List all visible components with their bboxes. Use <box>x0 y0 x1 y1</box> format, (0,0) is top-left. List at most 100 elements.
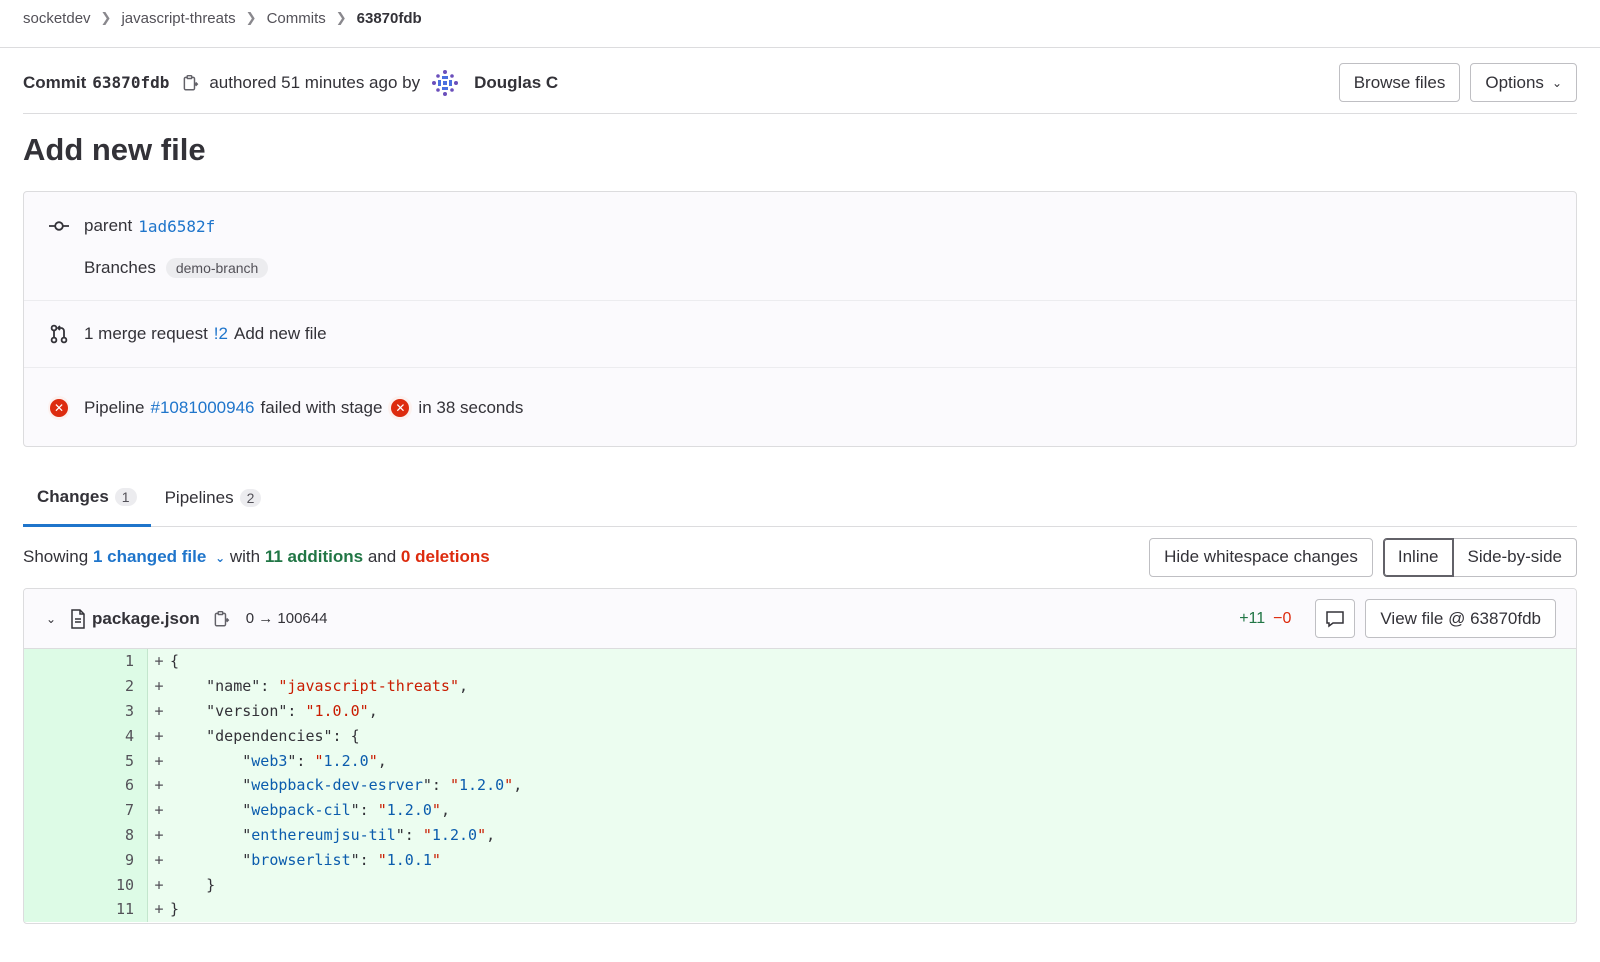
info-divider <box>24 367 1576 368</box>
line-number[interactable]: 2 <box>24 673 148 699</box>
line-number[interactable]: 9 <box>24 847 148 873</box>
breadcrumb-item-group[interactable]: socketdev <box>23 10 91 27</box>
code-token: " <box>170 850 252 869</box>
view-file-button[interactable]: View file @ 63870fdb <box>1365 599 1556 638</box>
code-token: 1.2.0 <box>386 801 432 820</box>
breadcrumb-label[interactable]: javascript-threats <box>121 10 235 27</box>
diff-line: 10 + } <box>24 872 1576 897</box>
inline-view-button[interactable]: Inline <box>1382 537 1454 577</box>
diff-code: "enthereumjsu-til": "1.2.0", <box>170 826 495 844</box>
author-name[interactable]: Douglas C <box>474 73 558 93</box>
diff-sign: + <box>154 850 164 869</box>
breadcrumb-item-project[interactable]: javascript-threats <box>121 10 235 27</box>
breadcrumb: socketdev ❯ javascript-threats ❯ Commits… <box>23 0 422 36</box>
diff-code: "web3": "1.2.0", <box>170 752 387 770</box>
browse-files-button[interactable]: Browse files <box>1338 63 1461 102</box>
changed-files-label: 1 changed file <box>92 547 207 566</box>
line-number[interactable]: 6 <box>24 772 148 798</box>
line-number[interactable]: 3 <box>24 698 148 724</box>
diff-line: 2 + "name": "javascript-threats", <box>24 673 1576 699</box>
code-token: " <box>368 751 378 770</box>
breadcrumb-label[interactable]: Commits <box>267 10 326 27</box>
avatar[interactable] <box>430 68 460 98</box>
breadcrumb-current[interactable]: 63870fdb <box>357 10 422 27</box>
line-number[interactable]: 11 <box>24 896 148 922</box>
pipeline-status-failed-icon[interactable]: ✕ <box>48 396 70 420</box>
copy-icon[interactable] <box>179 72 201 94</box>
changed-files-dropdown[interactable]: 1 changed file ⌄ <box>93 547 225 566</box>
changes-bar: Showing 1 changed file ⌄ with 11 additio… <box>23 537 1577 577</box>
line-number[interactable]: 10 <box>24 872 148 897</box>
merge-request-icon <box>48 324 70 344</box>
code-token: enthereumjsu-til <box>251 825 396 844</box>
commit-header: Commit 63870fdb authored 51 minutes ago … <box>23 60 1577 114</box>
diff-sign: + <box>154 726 164 745</box>
code-token: " <box>170 825 252 844</box>
line-number[interactable]: 5 <box>24 748 148 773</box>
pipeline-link[interactable]: #1081000946 <box>151 398 255 418</box>
additions-count: 11 additions <box>264 547 364 566</box>
header-actions: Browse files Options ⌄ <box>1338 63 1577 102</box>
code-token: ": <box>350 850 378 869</box>
code-token: 1.2.0 <box>431 825 478 844</box>
changes-summary: Showing 1 changed file ⌄ with 11 additio… <box>23 547 490 567</box>
code-token: 1.2.0 <box>323 751 369 770</box>
tab-pipelines[interactable]: Pipelines 2 <box>151 469 276 527</box>
parent-sha-link[interactable]: 1ad6582f <box>138 217 215 236</box>
diff-view-toggle: Inline Side-by-side <box>1382 537 1577 577</box>
code-token: "javascript-threats" <box>278 677 459 696</box>
line-number[interactable]: 8 <box>24 822 148 848</box>
options-button[interactable]: Options ⌄ <box>1470 63 1577 102</box>
diff-code: "name": "javascript-threats", <box>170 677 468 695</box>
header-divider <box>0 47 1600 48</box>
line-number[interactable]: 1 <box>24 649 148 674</box>
view-file-label: View file @ 63870fdb <box>1380 608 1541 628</box>
code-token: " <box>170 776 252 795</box>
diff-sign: + <box>154 701 164 720</box>
code-token: , <box>440 801 450 820</box>
tab-label: Pipelines <box>164 488 234 507</box>
pipeline-status-text: failed with stage <box>260 398 383 417</box>
branch-badge[interactable]: demo-branch <box>165 258 269 278</box>
hide-whitespace-button[interactable]: Hide whitespace changes <box>1149 537 1373 577</box>
breadcrumb-item-commits[interactable]: Commits <box>267 10 326 27</box>
comment-button[interactable] <box>1315 599 1356 638</box>
file-diff: ⌄ package.json 0 → 100644 +11 −0 View fil… <box>23 588 1577 924</box>
file-stats: +11 −0 <box>1239 610 1291 628</box>
file-name[interactable]: package.json <box>92 609 200 629</box>
code-token: { <box>170 652 180 671</box>
diff-sign: + <box>154 677 164 696</box>
code-token: ": <box>395 825 423 844</box>
diff-sign: + <box>154 875 164 894</box>
stage-status-failed-icon[interactable]: ✕ <box>388 396 413 420</box>
diff-code: } <box>170 900 179 918</box>
diff-line: 6 + "webpback-dev-esrver": "1.2.0", <box>24 772 1576 798</box>
breadcrumb-label[interactable]: socketdev <box>23 10 91 27</box>
code-token: , <box>486 825 496 844</box>
merge-request-title: Add new file <box>233 324 327 343</box>
chevron-right-icon: ❯ <box>100 10 112 25</box>
commit-tabs: Changes 1 Pipelines 2 <box>23 469 1577 527</box>
diff-sign: + <box>154 751 164 770</box>
diff-code: "browserlist": "1.0.1" <box>170 851 441 869</box>
tab-label: Changes <box>37 486 109 506</box>
diff-sign: + <box>154 652 164 671</box>
side-by-side-button[interactable]: Side-by-side <box>1453 537 1577 577</box>
code-token: " <box>377 850 387 869</box>
diff-line: 4 + "dependencies": { <box>24 723 1576 749</box>
pipeline-row: ✕ Pipeline #1081000946 failed with stage… <box>24 395 1576 421</box>
chevron-down-icon[interactable]: ⌄ <box>46 612 62 626</box>
line-number[interactable]: 7 <box>24 797 148 823</box>
diff-code: { <box>170 652 179 670</box>
branches-row: Branches demo-branch <box>24 256 1576 280</box>
merge-request-link[interactable]: !2 <box>214 324 228 344</box>
options-label: Options <box>1485 72 1544 92</box>
diff-code: "webpback-dev-esrver": "1.2.0", <box>170 776 522 794</box>
line-number[interactable]: 4 <box>24 723 148 749</box>
code-token: webpback-dev-esrver <box>251 776 423 795</box>
diff-code: "webpack-cil": "1.2.0", <box>170 801 450 819</box>
changes-actions: Hide whitespace changes Inline Side-by-s… <box>1149 537 1577 577</box>
tab-changes[interactable]: Changes 1 <box>23 469 151 527</box>
copy-icon[interactable] <box>210 608 232 630</box>
diff-code: "version": "1.0.0", <box>170 702 378 720</box>
